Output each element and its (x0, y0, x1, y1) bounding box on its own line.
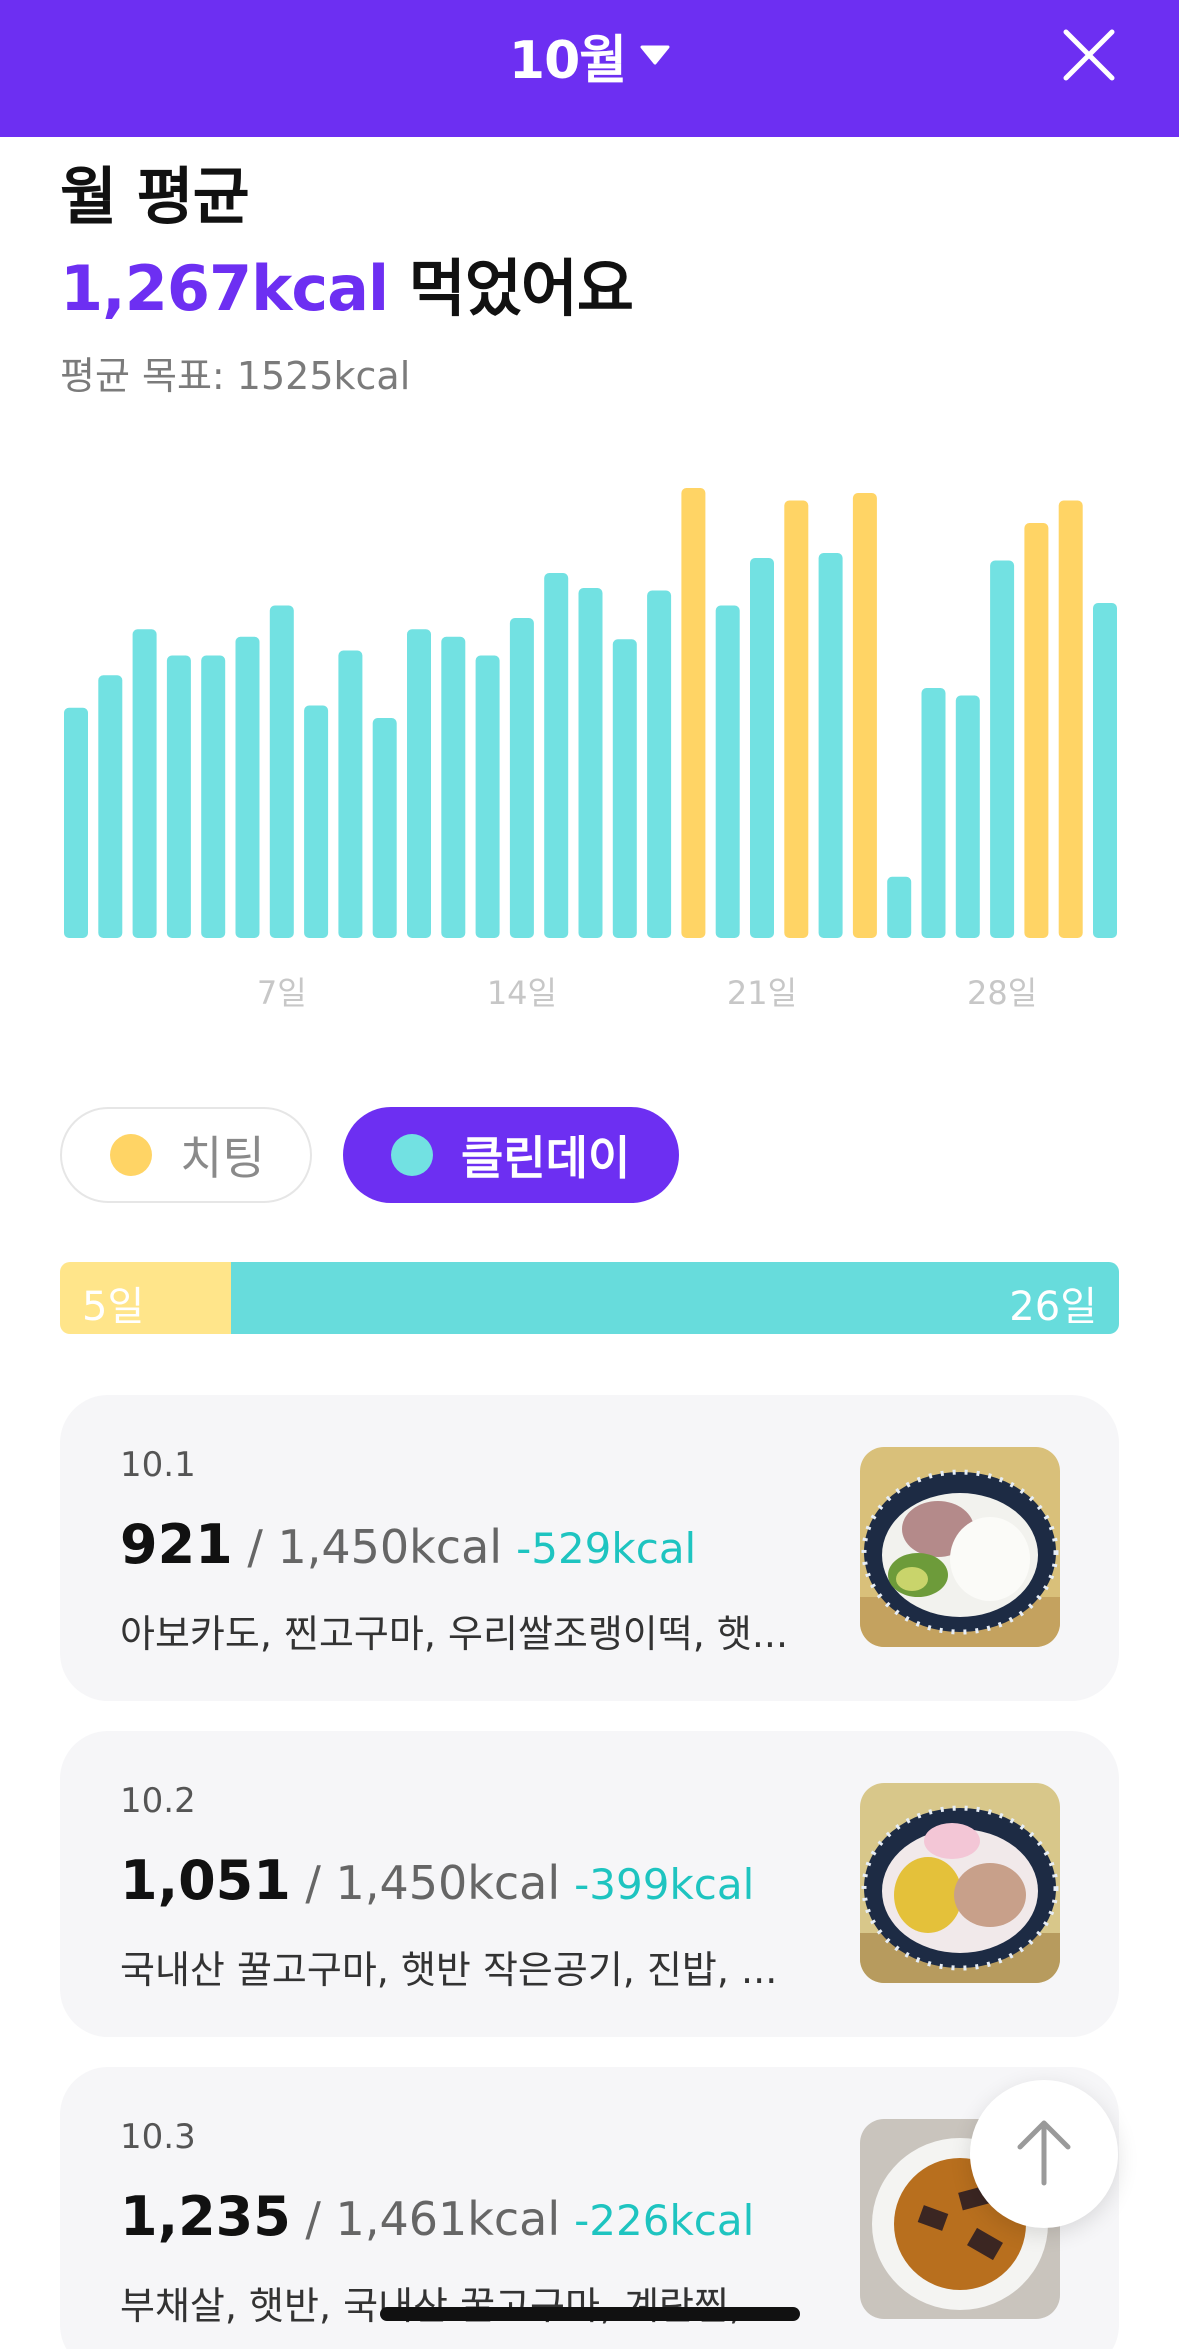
card-diff-kcal: -399kcal (574, 1860, 755, 1909)
chart-bar-day-14[interactable] (509, 618, 534, 938)
ratio-cheat-segment: 5일 (60, 1262, 231, 1334)
chart-bar-day-16[interactable] (578, 588, 603, 938)
average-kcal: 1,267kcal (60, 252, 389, 325)
x-tick-label: 21일 (727, 974, 797, 1012)
ratio-clean-segment: 26일 (230, 1262, 1119, 1334)
card-date: 10.2 (120, 1781, 196, 1821)
day-ratio-bar: 5일 26일 (60, 1262, 1119, 1334)
day-card[interactable]: 10.2 1,051 / 1,450kcal -399kcal 국내산 꿀고구마,… (60, 1731, 1119, 2037)
summary-average: 1,267kcal 먹었어요 (60, 238, 634, 328)
chart-bar-day-9[interactable] (338, 650, 363, 939)
scroll-top-button[interactable] (970, 2080, 1118, 2228)
chart-bar-day-17[interactable] (612, 639, 637, 938)
meal-photo (860, 1783, 1060, 1983)
summary-title: 월 평균 (60, 160, 250, 233)
chart-bar-day-2[interactable] (98, 675, 123, 938)
card-eaten-kcal: 1,235 (120, 2185, 291, 2248)
x-tick-label: 7일 (257, 974, 307, 1012)
chart-bar-day-1[interactable] (64, 707, 88, 938)
chart-bar-day-30[interactable] (1058, 500, 1083, 939)
chart-bar-day-13[interactable] (475, 655, 500, 939)
daily-kcal-chart: 7일 14일 21일 28일 (64, 488, 1117, 1012)
chart-bar-day-3[interactable] (132, 629, 157, 938)
cheat-filter-label: 치팅 (180, 1131, 265, 1185)
cleanday-filter-button[interactable]: 클린데이 (343, 1107, 679, 1203)
card-food-list: 국내산 꿀고구마, 햇반 작은공기, 진밥, ... (120, 1948, 778, 1992)
card-kcal: 1,051 / 1,450kcal -399kcal (120, 1849, 754, 1912)
ratio-clean-label: 26일 (1009, 1284, 1097, 1330)
card-food-list: 아보카도, 찐고구마, 우리쌀조랭이떡, 햇... (120, 1612, 789, 1656)
top-bar: 10월 (0, 0, 1179, 137)
month-label: 10월 (508, 30, 627, 91)
card-diff-kcal: -226kcal (574, 2196, 755, 2245)
card-food-list: 부채살, 햇반, 국내산 꿀고구마, 계란찜, ... (120, 2284, 790, 2328)
arrow-up-icon (1014, 2117, 1074, 2191)
chart-bar-day-25[interactable] (887, 876, 912, 938)
card-date: 10.1 (120, 1445, 196, 1485)
chart-bar-day-20[interactable] (715, 605, 740, 939)
chart-bar-day-11[interactable] (407, 629, 431, 938)
chart-bar-day-26[interactable] (921, 688, 946, 938)
x-tick-label: 14일 (487, 974, 557, 1012)
meal-photo (860, 1447, 1060, 1647)
card-target-kcal: / 1,461kcal (290, 2192, 561, 2246)
caret-down-icon (640, 45, 670, 65)
card-target-kcal: / 1,450kcal (290, 1856, 561, 1910)
day-card[interactable]: 10.1 921 / 1,450kcal -529kcal 아보카도, 찐고구마,… (60, 1395, 1119, 1701)
home-indicator (380, 2307, 800, 2321)
month-selector[interactable]: 10월 (0, 22, 1179, 91)
chart-bar-day-31[interactable] (1093, 603, 1117, 938)
close-icon[interactable] (1060, 26, 1118, 84)
average-suffix: 먹었어요 (388, 252, 634, 325)
chart-bar-day-27[interactable] (955, 695, 980, 939)
chart-bar-day-29[interactable] (1024, 523, 1049, 938)
chart-bar-day-5[interactable] (201, 655, 226, 939)
chart-bar-day-7[interactable] (269, 605, 294, 939)
chart-bar-day-12[interactable] (441, 636, 466, 938)
chart-bar-day-22[interactable] (784, 500, 809, 939)
chart-bar-day-15[interactable] (544, 573, 569, 938)
average-goal: 평균 목표: 1525kcal (60, 354, 411, 398)
card-eaten-kcal: 1,051 (120, 1849, 291, 1912)
card-kcal: 921 / 1,450kcal -529kcal (120, 1513, 696, 1576)
chart-bar-day-10[interactable] (372, 718, 397, 938)
chart-bar-day-23[interactable] (818, 553, 843, 938)
chart-bar-day-24[interactable] (852, 493, 877, 938)
card-kcal: 1,235 / 1,461kcal -226kcal (120, 2185, 754, 2248)
card-target-kcal: / 1,450kcal (232, 1520, 503, 1574)
cleanday-filter-label: 클린데이 (461, 1131, 631, 1185)
chart-bar-day-21[interactable] (750, 558, 774, 938)
cleanday-dot-icon (391, 1134, 433, 1176)
chart-bar-day-6[interactable] (235, 636, 260, 938)
chart-bar-day-18[interactable] (647, 590, 672, 939)
chart-bar-day-4[interactable] (166, 655, 191, 939)
x-tick-label: 28일 (967, 974, 1037, 1012)
cheat-filter-button[interactable]: 치팅 (60, 1107, 312, 1203)
chart-bar-day-8[interactable] (304, 705, 329, 939)
chart-bar-day-19[interactable] (681, 488, 706, 938)
chart-bar-day-28[interactable] (990, 560, 1015, 939)
card-date: 10.3 (120, 2117, 196, 2157)
card-eaten-kcal: 921 (120, 1513, 233, 1576)
ratio-cheat-label: 5일 (82, 1284, 145, 1330)
cheat-dot-icon (110, 1134, 152, 1176)
card-diff-kcal: -529kcal (516, 1524, 697, 1573)
